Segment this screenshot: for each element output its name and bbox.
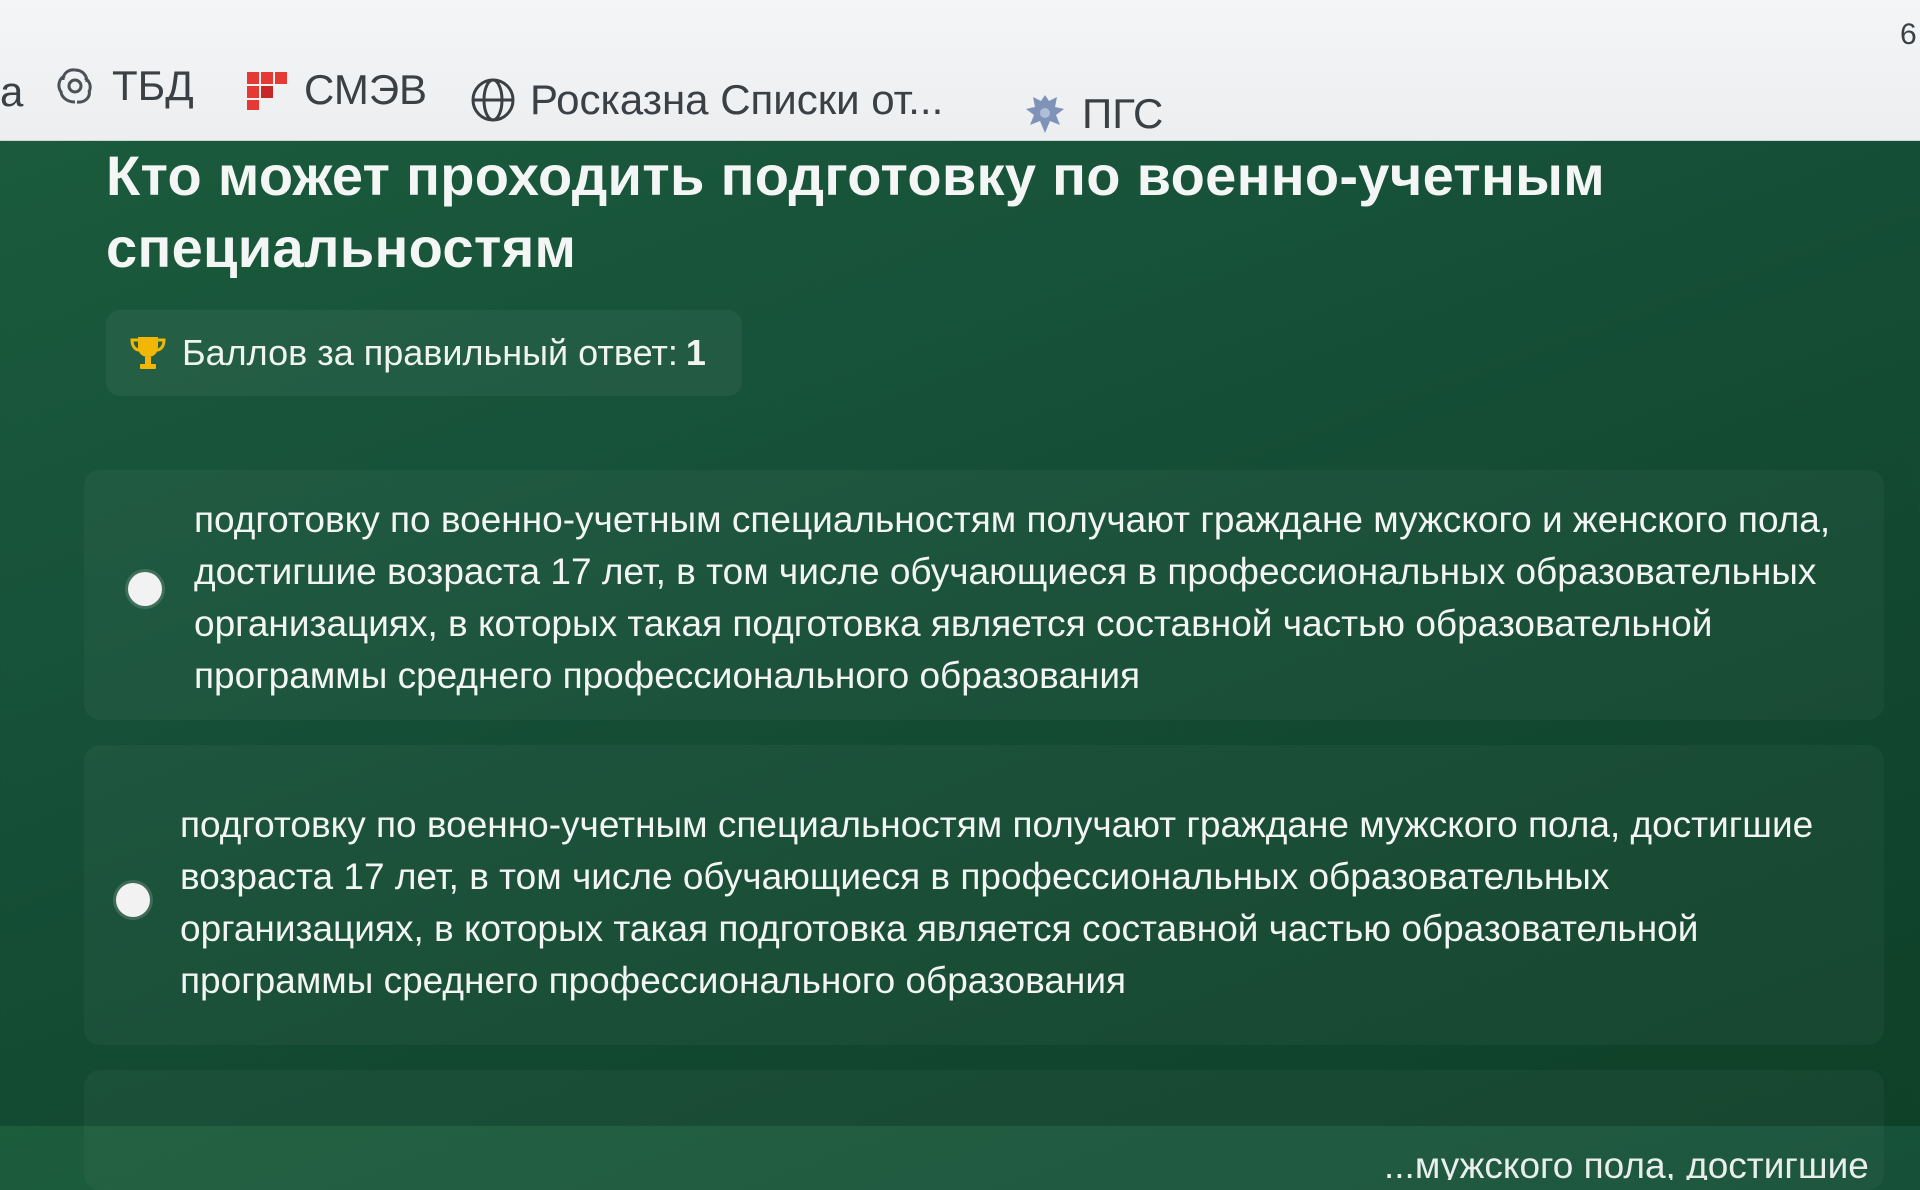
bookmark-label: Росказна Списки от... (530, 76, 944, 123)
bookmark-label: ТБД (112, 62, 194, 109)
bookmark-label: СМЭВ (304, 66, 428, 113)
bookmark-roskazna[interactable]: Росказна Списки от... (470, 76, 943, 124)
bookmark-label: ПГС (1082, 90, 1164, 137)
answer-option-text: подготовку по военно-учетным специальнос… (194, 499, 1831, 696)
coat-of-arms-icon (1022, 91, 1068, 137)
bookmark-edge-fragment: a (0, 68, 24, 115)
bookmarks-bar: a ТБД СМЭВ Росказна Списки от... ПГС 6 (0, 0, 1920, 141)
answer-option-text: подготовку по военно-учетным специальнос… (180, 804, 1814, 1001)
bookmark-smev[interactable]: СМЭВ (244, 66, 427, 114)
points-value: 1 (685, 332, 706, 373)
radio-button[interactable] (128, 572, 162, 606)
globe-icon (470, 77, 516, 123)
answer-option-2[interactable]: подготовку по военно-учетным специальнос… (84, 745, 1884, 1045)
question-title: Кто может проходить подготовку по военно… (106, 144, 1605, 279)
bookmark-corner-fragment: 6 (1900, 18, 1917, 51)
tbd-swirl-icon (52, 63, 98, 109)
answer-option-3[interactable]: ...мужского пола, достигшие (84, 1070, 1884, 1190)
answer-option-1[interactable]: подготовку по военно-учетным специальнос… (84, 470, 1884, 720)
radio-button[interactable] (116, 883, 150, 917)
trophy-icon (130, 337, 166, 369)
smev-grid-icon (244, 67, 290, 113)
answer-option-text: ...мужского пола, достигшие (1384, 1145, 1869, 1180)
bookmark-tbd[interactable]: ТБД (52, 62, 194, 110)
points-badge: Баллов за правильный ответ: 1 (106, 310, 742, 396)
bookmark-pgs[interactable]: ПГС (1022, 90, 1163, 138)
points-label: Баллов за правильный ответ: (182, 332, 678, 373)
quiz-page: Кто может проходить подготовку по военно… (0, 140, 1920, 1180)
